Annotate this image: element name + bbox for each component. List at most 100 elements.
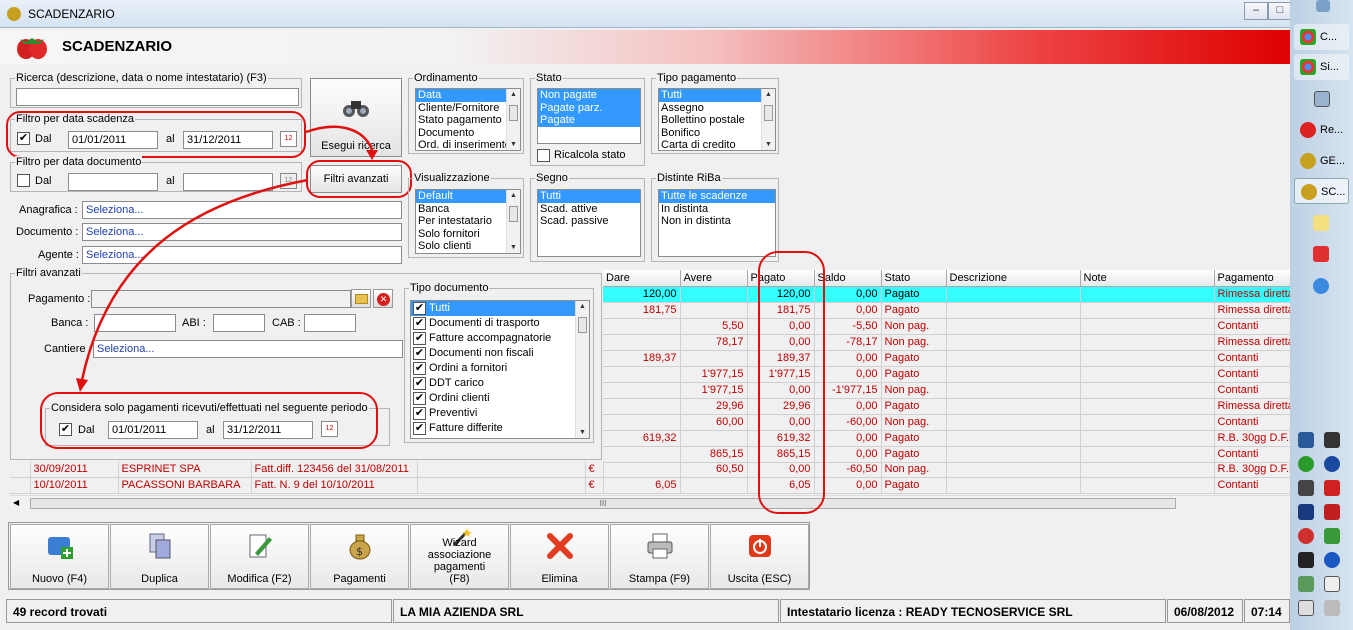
- network-icon[interactable]: [1298, 576, 1314, 592]
- flag-icon[interactable]: [1324, 576, 1340, 592]
- list-item[interactable]: Stato pagamento: [416, 114, 520, 127]
- list-item[interactable]: Assegno: [659, 102, 775, 115]
- list-item[interactable]: Scad. passive: [538, 215, 640, 228]
- list-item[interactable]: Solo clienti: [416, 240, 520, 253]
- table-row[interactable]: 30/09/2011 ESPRINET SPA Fatt.diff. 123456 …: [10, 461, 1291, 478]
- tray-icon-9[interactable]: [1298, 528, 1314, 544]
- col-saldo[interactable]: Saldo: [814, 270, 882, 287]
- list-item[interactable]: Tutti: [538, 190, 640, 203]
- tray-icon-11[interactable]: [1298, 552, 1314, 568]
- grid-hscrollbar[interactable]: ◀ III: [10, 495, 1290, 511]
- table-row[interactable]: 5,50 0,00 -5,50 Non pag. Contanti: [603, 318, 1291, 335]
- notes-icon[interactable]: [1313, 215, 1329, 231]
- scadenze-grid-full[interactable]: 30/09/2011 ESPRINET SPA Fatt.diff. 123456 …: [10, 461, 1291, 494]
- doc-type-item[interactable]: ✔ DDT carico: [411, 376, 589, 391]
- periodo-checkbox[interactable]: ✔: [59, 423, 72, 436]
- ie-icon[interactable]: [1313, 278, 1329, 294]
- signal-icon[interactable]: [1324, 600, 1340, 616]
- scroll-left-arrow[interactable]: ◀: [13, 498, 19, 507]
- scroll-thumb[interactable]: III: [30, 498, 1176, 509]
- scrollbar[interactable]: ▲ ▼: [506, 89, 520, 150]
- distinte-list[interactable]: Tutte le scadenze In distinta Non in dis…: [658, 189, 776, 257]
- list-item[interactable]: Bollettino postale: [659, 114, 775, 127]
- list-item[interactable]: Non in distinta: [659, 215, 775, 228]
- tray-icon-5[interactable]: [1298, 480, 1314, 496]
- col-descrizione[interactable]: Descrizione: [946, 270, 1081, 287]
- tray-icon-1[interactable]: [1298, 432, 1314, 448]
- bluetooth-icon[interactable]: [1324, 552, 1340, 568]
- scrollbar[interactable]: ▲ ▼: [506, 190, 520, 253]
- col-stato[interactable]: Stato: [881, 270, 947, 287]
- pagamenti-button[interactable]: $ Pagamenti: [310, 524, 409, 589]
- table-row[interactable]: 1'977,15 0,00 -1'977,15 Non pag. Contanti: [603, 382, 1291, 399]
- segno-list[interactable]: Tutti Scad. attive Scad. passive: [537, 189, 641, 257]
- list-item[interactable]: Non pagate: [538, 89, 640, 102]
- tray-icon-4[interactable]: [1324, 456, 1340, 472]
- doc-type-item[interactable]: ✔ Ordini a fornitori: [411, 361, 589, 376]
- stampa-button[interactable]: Stampa (F9): [610, 524, 709, 589]
- doc-type-item[interactable]: ✔ Documenti di trasporto: [411, 316, 589, 331]
- list-item[interactable]: Banca: [416, 203, 520, 216]
- table-row[interactable]: 78,17 0,00 -78,17 Non pag. Rimessa diretta: [603, 334, 1291, 351]
- doc-type-item[interactable]: ✔ Tutti: [411, 301, 589, 316]
- doc-type-item[interactable]: ✔ Preventivi: [411, 406, 589, 421]
- ricalcola-checkbox[interactable]: [537, 149, 550, 162]
- scadenze-grid[interactable]: Dare Avere Pagato Saldo Stato Descrizion…: [603, 270, 1291, 463]
- tray-icon-7[interactable]: [1298, 504, 1314, 520]
- visualizzazione-list[interactable]: Default Banca Per intestatario Solo forn…: [415, 189, 521, 254]
- table-row[interactable]: 60,00 0,00 -60,00 Non pag. Contanti: [603, 414, 1291, 431]
- list-item[interactable]: Documento: [416, 127, 520, 140]
- wizard-button[interactable]: Wizard associazione pagamenti (F8): [410, 524, 509, 589]
- taskbar-item-re[interactable]: Re...: [1294, 117, 1349, 143]
- taskbar-item-chrome-1[interactable]: C...: [1294, 24, 1349, 50]
- list-item[interactable]: Scad. attive: [538, 203, 640, 216]
- list-item[interactable]: Tutti: [659, 89, 775, 102]
- table-row[interactable]: 619,32619,320,00PagatoR.B. 30gg D.F.F.M.: [603, 430, 1291, 447]
- uscita-button[interactable]: Uscita (ESC): [710, 524, 809, 589]
- doc-type-item[interactable]: ✔ Fatture accompagnatorie: [411, 331, 589, 346]
- list-item[interactable]: Solo fornitori: [416, 228, 520, 241]
- s-app-icon[interactable]: [1313, 246, 1329, 262]
- taskbar-item-ge[interactable]: GE...: [1294, 148, 1349, 174]
- minimize-button[interactable]: –: [1244, 2, 1268, 20]
- list-item[interactable]: Per intestatario: [416, 215, 520, 228]
- scrollbar[interactable]: ▲ ▼: [575, 301, 589, 438]
- power-tray-icon[interactable]: [1298, 600, 1314, 616]
- list-item[interactable]: Pagate parz.: [538, 101, 640, 114]
- table-row[interactable]: 181,75 181,75 0,00 Pagato Rimessa diretta: [603, 302, 1291, 319]
- list-item[interactable]: Bonifico: [659, 127, 775, 140]
- ordinamento-list[interactable]: Data Cliente/Fornitore Stato pagamento D…: [415, 88, 521, 151]
- taskbar-item-top[interactable]: [1294, 0, 1349, 14]
- list-item[interactable]: In distinta: [659, 203, 775, 216]
- col-note[interactable]: Note: [1080, 270, 1215, 287]
- col-dare[interactable]: Dare: [603, 270, 681, 287]
- taskbar-item-screen[interactable]: [1294, 86, 1349, 112]
- tray-icon-8[interactable]: [1324, 504, 1340, 520]
- col-pagamento[interactable]: Pagamento: [1214, 270, 1291, 287]
- list-item[interactable]: Data: [416, 89, 520, 102]
- duplica-button[interactable]: Duplica: [110, 524, 209, 589]
- list-item[interactable]: Tutte le scadenze: [659, 190, 775, 203]
- tipo-pagamento-list[interactable]: Tutti Assegno Bollettino postale Bonific…: [658, 88, 776, 151]
- col-pagato[interactable]: Pagato: [747, 270, 815, 287]
- tray-icon-3[interactable]: [1298, 456, 1314, 472]
- tipo-documento-list[interactable]: ✔ Tutti ✔ Documenti di trasporto ✔ Fatture …: [410, 300, 590, 439]
- list-item[interactable]: Pagate: [538, 114, 640, 127]
- elimina-button[interactable]: Elimina: [510, 524, 609, 589]
- list-item[interactable]: Cliente/Fornitore: [416, 102, 520, 115]
- taskbar-item-sc[interactable]: SC...: [1294, 178, 1349, 204]
- table-row[interactable]: 865,15 865,15 0,00 Pagato Contanti: [603, 446, 1291, 463]
- periodo-al-field[interactable]: 31/12/2011: [223, 421, 313, 439]
- list-item[interactable]: Default: [416, 190, 520, 203]
- tray-icon-10[interactable]: [1324, 528, 1340, 544]
- table-row[interactable]: 189,37 189,37 0,00 Pagato Contanti: [603, 350, 1291, 367]
- table-row[interactable]: 120,00 120,00 0,00 Pagato Rimessa diretta: [603, 286, 1291, 303]
- doc-type-item[interactable]: ✔ Fatture differite: [411, 421, 589, 436]
- maximize-button[interactable]: □: [1268, 2, 1292, 20]
- nuovo-button[interactable]: Nuovo (F4): [10, 524, 109, 589]
- col-avere[interactable]: Avere: [680, 270, 748, 287]
- modifica-button[interactable]: Modifica (F2): [210, 524, 309, 589]
- stato-list[interactable]: Non pagate Pagate parz. Pagate: [537, 88, 641, 144]
- tray-icon-2[interactable]: [1324, 432, 1340, 448]
- doc-type-item[interactable]: ✔ Documenti non fiscali: [411, 346, 589, 361]
